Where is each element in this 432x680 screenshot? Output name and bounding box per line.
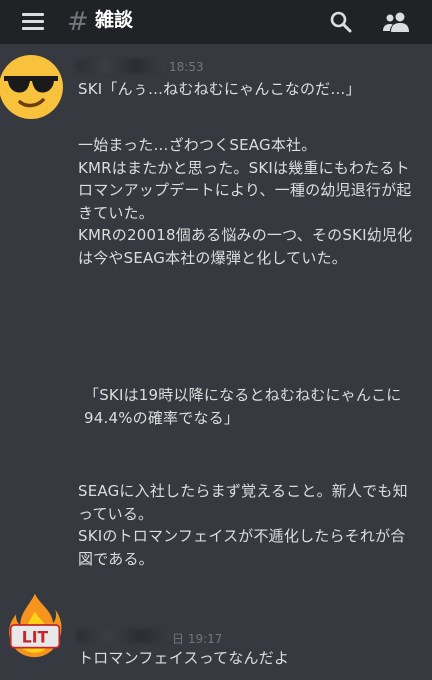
message-timestamp: 18:53 xyxy=(169,60,204,74)
username-redacted[interactable] xyxy=(76,629,174,643)
channel-title[interactable]: 雑談 xyxy=(95,9,133,31)
members-icon[interactable] xyxy=(382,11,410,33)
svg-text:LIT: LIT xyxy=(22,627,49,646)
lit-label-icon: LIT xyxy=(9,624,61,649)
message-list[interactable]: 18:53 SKI「んぅ…ねむねむにゃんこなのだ…」 一始まった…ざわつくSEA… xyxy=(0,44,432,680)
sunglasses-emoji-avatar[interactable] xyxy=(0,54,64,120)
lit-fire-avatar[interactable]: LIT xyxy=(2,592,68,658)
message-paragraph: SEAGに入社したらまず覚えること。新人でも知っている。 SKIのトロマンフェイ… xyxy=(78,482,408,568)
message-paragraph: 一始まった…ざわつくSEAG本社。 KMRはまたかと思った。SKIは幾重にもわた… xyxy=(78,136,413,267)
message-paragraph: 「SKIは19時以降になるとねむねむにゃんこに94.4%の確率でなる」 xyxy=(84,386,402,427)
username-redacted[interactable] xyxy=(76,59,166,73)
channel-hash-icon: # xyxy=(67,7,89,37)
search-icon[interactable] xyxy=(330,11,352,33)
hamburger-menu-icon[interactable] xyxy=(22,13,44,30)
message-timestamp: 日 19:17 xyxy=(172,632,223,646)
top-bar: # 雑談 xyxy=(0,0,432,44)
message-paragraph: SKI「んぅ…ねむねむにゃんこなのだ…」 xyxy=(78,80,361,98)
message-paragraph: トロマンフェイスってなんだよ xyxy=(78,649,290,667)
